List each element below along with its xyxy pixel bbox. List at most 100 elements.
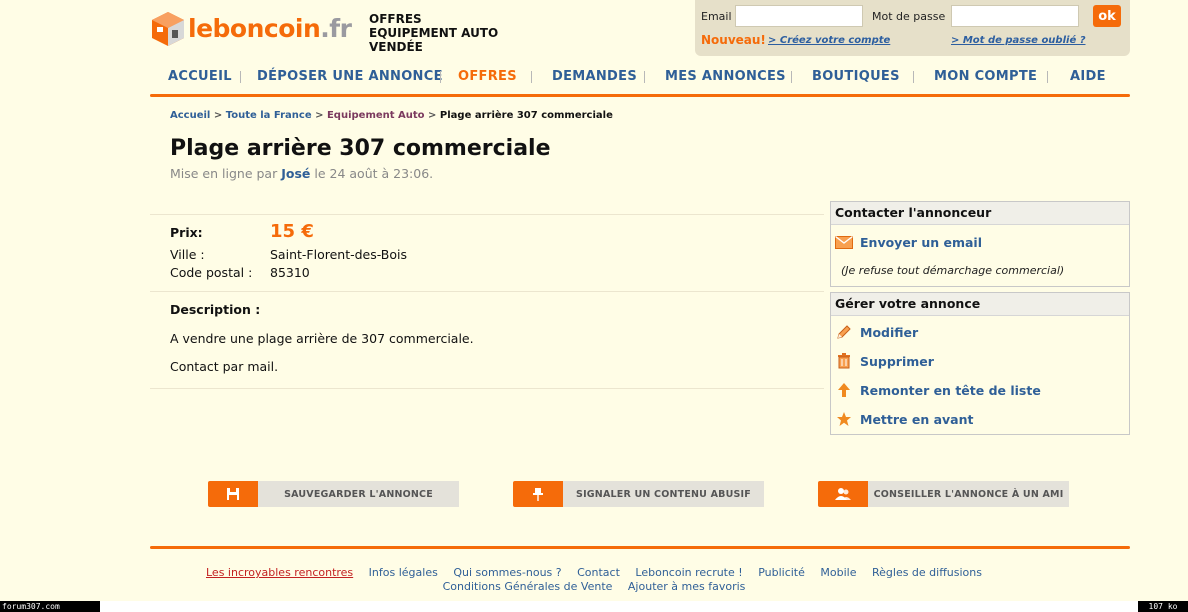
recommend-friend-label: CONSEILLER L'ANNONCE À UN AMI: [868, 481, 1069, 507]
footer-link[interactable]: Infos légales: [369, 566, 438, 579]
posted-date: le 24 août à 23:06.: [314, 166, 434, 181]
footer-link[interactable]: Mobile: [820, 566, 856, 579]
contact-panel: Contacter l'annonceur Envoyer un email (…: [830, 201, 1130, 287]
send-email-link[interactable]: Envoyer un email: [835, 232, 982, 252]
nav-separator: [440, 71, 441, 83]
nav-separator: [913, 71, 914, 83]
nav-accueil[interactable]: ACCUEIL: [168, 69, 232, 84]
login-ok-button[interactable]: ok: [1093, 5, 1121, 27]
forgot-password-link[interactable]: > Mot de passe oublié ?: [951, 35, 1086, 46]
watermark-left: forum307.com: [0, 601, 100, 612]
nouveau-label: Nouveau!: [701, 33, 766, 47]
save-icon: [208, 481, 258, 507]
nav-separator: [1047, 71, 1048, 83]
modify-link[interactable]: Modifier: [835, 322, 918, 342]
manage-panel-title: Gérer votre annonce: [831, 293, 1129, 316]
pencil-icon: [835, 323, 853, 341]
footer-link[interactable]: Contact: [577, 566, 620, 579]
nav-aide[interactable]: AIDE: [1070, 69, 1106, 84]
report-abuse-label: SIGNALER UN CONTENU ABUSIF: [563, 481, 764, 507]
delete-label: Supprimer: [860, 353, 934, 369]
manage-panel: Gérer votre annonce Modifier Supprimer R…: [830, 292, 1130, 435]
footer-link[interactable]: Règles de diffusions: [872, 566, 982, 579]
logo-house-icon: [150, 10, 186, 46]
breadcrumb-current: Plage arrière 307 commerciale: [439, 110, 613, 121]
nav-mes-annonces[interactable]: MES ANNONCES: [665, 69, 786, 84]
breadcrumb-home[interactable]: Accueil: [170, 110, 210, 121]
breadcrumb-category[interactable]: Equipement Auto: [327, 110, 425, 121]
modify-label: Modifier: [860, 324, 919, 340]
create-account-link[interactable]: > Créez votre compte: [768, 35, 890, 46]
footer-links-secondary: Conditions Générales de Vente Ajouter à …: [0, 580, 1188, 593]
footer-link[interactable]: Publicité: [758, 566, 805, 579]
breadcrumb-separator: >: [213, 110, 223, 121]
nav-separator: [531, 71, 532, 83]
category-title: OFFRES EQUIPEMENT AUTO VENDÉE: [369, 12, 498, 54]
trash-icon: [835, 352, 853, 370]
logo-ext: .fr: [320, 13, 352, 43]
star-icon: [835, 410, 853, 428]
watermark-right: 107 ko: [1138, 601, 1188, 612]
bump-label: Remonter en tête de liste: [860, 382, 1041, 398]
postal-value: 85310: [270, 265, 310, 280]
posted-prefix: Mise en ligne par: [170, 166, 278, 181]
report-abuse-button[interactable]: SIGNALER UN CONTENU ABUSIF: [513, 481, 764, 507]
password-field[interactable]: [951, 5, 1079, 27]
description-text: A vendre une plage arrière de 307 commer…: [170, 331, 474, 346]
nav-divider: [150, 94, 1130, 97]
main-nav: ACCUEIL DÉPOSER UNE ANNONCE OFFRES DEMAN…: [150, 66, 1130, 88]
nav-boutiques[interactable]: BOUTIQUES: [812, 69, 900, 84]
email-label: Email: [701, 10, 732, 23]
nav-separator: [791, 71, 792, 83]
divider: [150, 214, 824, 215]
nav-mon-compte[interactable]: MON COMPTE: [934, 69, 1037, 84]
logo-main: leboncoin: [188, 13, 321, 43]
delete-link[interactable]: Supprimer: [835, 351, 934, 371]
footer-link[interactable]: Les incroyables rencontres: [206, 566, 353, 579]
price-value: 15 €: [270, 221, 314, 242]
bump-link[interactable]: Remonter en tête de liste: [835, 380, 1041, 400]
postal-label: Code postal :: [170, 265, 253, 280]
author-link[interactable]: José: [281, 166, 310, 181]
send-email-label: Envoyer un email: [860, 234, 982, 250]
category-line: OFFRES: [369, 12, 422, 26]
logo[interactable]: leboncoin.fr: [150, 8, 352, 48]
nav-separator: [644, 71, 645, 83]
footer-link[interactable]: Leboncoin recrute !: [635, 566, 742, 579]
footer-link[interactable]: Conditions Générales de Vente: [443, 580, 613, 593]
password-label: Mot de passe: [872, 10, 946, 23]
footer-link[interactable]: Qui sommes-nous ?: [453, 566, 561, 579]
status-strip: [0, 601, 1188, 612]
email-field[interactable]: [735, 5, 863, 27]
footer-link[interactable]: Ajouter à mes favoris: [628, 580, 746, 593]
nav-offres[interactable]: OFFRES: [458, 69, 517, 84]
breadcrumb-separator: >: [428, 110, 437, 121]
city-value: Saint-Florent-des-Bois: [270, 247, 408, 262]
nav-demandes[interactable]: DEMANDES: [552, 69, 637, 84]
description-text: Contact par mail.: [170, 359, 279, 374]
breadcrumb: Accueil > Toute la France > Equipement A…: [170, 110, 613, 121]
save-ad-label: SAUVEGARDER L'ANNONCE: [258, 481, 459, 507]
footer-links: Les incroyables rencontres Infos légales…: [0, 566, 1188, 579]
login-box: Email Mot de passe ok Nouveau! > Créez v…: [695, 0, 1130, 56]
price-label: Prix:: [170, 225, 203, 240]
breadcrumb-separator: >: [315, 110, 324, 121]
envelope-icon: [835, 233, 853, 251]
contact-panel-title: Contacter l'annonceur: [831, 202, 1129, 225]
highlight-label: Mettre en avant: [860, 411, 974, 427]
contact-note: (Je refuse tout démarchage commercial): [841, 264, 1065, 277]
pin-icon: [513, 481, 563, 507]
recommend-friend-button[interactable]: CONSEILLER L'ANNONCE À UN AMI: [818, 481, 1069, 507]
description-label: Description :: [170, 302, 261, 317]
nav-deposer[interactable]: DÉPOSER UNE ANNONCE: [257, 69, 443, 84]
save-ad-button[interactable]: SAUVEGARDER L'ANNONCE: [208, 481, 459, 507]
category-line: EQUIPEMENT AUTO: [369, 26, 499, 40]
category-line: VENDÉE: [369, 40, 423, 54]
arrow-up-icon: [835, 381, 853, 399]
highlight-link[interactable]: Mettre en avant: [835, 409, 973, 429]
breadcrumb-region[interactable]: Toute la France: [226, 110, 312, 121]
divider: [150, 388, 824, 389]
friends-icon: [818, 481, 868, 507]
page-title: Plage arrière 307 commerciale: [170, 136, 551, 161]
posted-info: Mise en ligne par José le 24 août à 23:0…: [170, 166, 433, 181]
